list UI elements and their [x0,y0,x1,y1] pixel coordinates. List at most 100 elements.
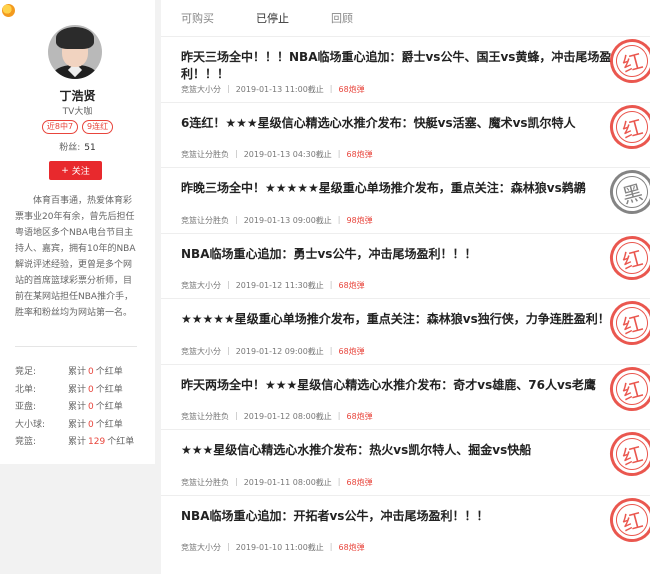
list-item[interactable]: NBA临场重心追加：开拓者vs公牛，冲击尾场盈利！！！ 竞篮大小分 | 2019-01… [161,492,650,561]
list-item[interactable]: 6连红！★★★星级信心精选心水推介发布：快艇vs活塞、魔术vs凯尔特人竞篮让分胜… [161,99,650,168]
stat-count: 0 [88,402,94,412]
stat-row: 竞足: 累计 0 个红单 [15,364,145,382]
stat-row: 亚盘: 累计 0 个红单 [15,399,145,417]
item-meta: 竞篮大小分 | 2019-01-12 11:30截止 | 68炮弹 [181,280,365,291]
item-time: 2019-01-12 08:00截止 [243,412,332,421]
list-item[interactable]: 昨天三场全中！！！NBA临场重心追加：爵士vs公牛、国王vs黄蜂，冲击尾场盈利！… [161,34,650,102]
separator: | [227,542,230,551]
profile-card: 丁浩贤 TV大咖 近8中7 9连红 粉丝: 51 + 关注 体育百事通，热爱体育彩… [0,0,155,464]
item-cost: 68炮弹 [346,477,373,487]
stat-prefix: 累计 [68,419,87,430]
tab-0[interactable]: 可购买 [181,10,214,26]
item-cost: 98炮弹 [346,215,373,225]
separator: | [227,345,230,355]
item-time: 2019-01-12 11:30截止 [235,281,324,290]
streak-badge: 9连红 [82,120,114,134]
separator: | [329,345,333,355]
item-time: 2019-01-13 09:00截止 [243,215,332,225]
tab-2[interactable]: 回顾 [331,10,353,26]
item-title[interactable]: 昨晚三场全中！★★★★★星级重心单场推介发布，重点关注：森林狼vs鹈鹕 [181,180,613,197]
stat-label: 北单: [15,384,37,395]
article-list: 昨天三场全中！！！NBA临场重心追加：爵士vs公牛、国王vs黄蜂，冲击尾场盈利！… [161,34,650,561]
result-stamp-icon: 红 [605,492,650,547]
stat-prefix: 累计 [68,367,87,377]
item-type: 竞篮让分胜负 [181,215,229,225]
item-cost: 68炮弹 [338,281,365,290]
item-title[interactable]: ★★★星级信心精选心水推介发布：热火vs凯尔特人、掘金vs快船 [181,442,613,459]
logo-icon [2,4,15,17]
separator: | [337,476,341,486]
result-stamp-icon: 红 [605,99,650,154]
separator: | [329,542,333,551]
result-stamp-icon: 红 [605,296,650,350]
list-item[interactable]: ★★★★★星级重心单场推介发布，重点关注：森林狼vs独行侠，力争连胜盈利！ 竞篮大… [161,296,650,364]
fans-value: 51 [84,143,96,153]
item-type: 竞篮大小分 [181,84,221,94]
stat-suffix: 个红单 [95,384,123,395]
list-item[interactable]: 昨天两场全中！★★★星级信心精选心水推介发布：奇才vs雄鹿、76人vs老鹰竞篮让… [161,361,650,430]
list-item[interactable]: 昨晚三场全中！★★★★★星级重心单场推介发布，重点关注：森林狼vs鹈鹕竞篮让分胜… [161,165,650,233]
item-title[interactable]: 昨天三场全中！！！NBA临场重心追加：爵士vs公牛、国王vs黄蜂，冲击尾场盈利！… [181,49,613,83]
item-title[interactable]: NBA临场重心追加：开拓者vs公牛，冲击尾场盈利！！！ [181,508,613,525]
profile-name: 丁浩贤 [59,89,96,103]
item-title[interactable]: ★★★★★星级重心单场推介发布，重点关注：森林狼vs独行侠，力争连胜盈利！ [181,311,613,328]
stat-suffix: 个红单 [95,367,123,377]
item-meta: 竞篮让分胜负 | 2019-01-13 04:30截止 | 68炮弹 [181,149,373,160]
tab-1[interactable]: 已停止 [256,10,289,26]
list-item[interactable]: NBA临场重心追加：勇士vs公牛，冲击尾场盈利！！！ 竞篮大小分 | 2019-01-… [161,230,650,299]
item-meta: 竞篮让分胜负 | 2019-01-11 08:00截止 | 68炮弹 [181,477,373,488]
stat-count: 0 [88,419,94,430]
tab-bar: 可购买 已停止 回顾 [161,0,650,36]
stat-prefix: 累计 [68,402,87,412]
stat-label: 大小球: [15,419,46,430]
fans-label: 粉丝: [59,143,81,153]
item-type: 竞篮大小分 [181,543,221,552]
main-panel: 可购买 已停止 回顾 昨天三场全中！！！NBA临场重心追加：爵士vs公牛、国王vs黄… [161,0,650,574]
separator: | [235,411,238,420]
stats-list: 竞足: 累计 0 个红单 北单: 累计 0 个红单 亚盘: 累计 0 个红单 大小球: 累计 0 个红单 竞篮:… [15,364,145,452]
stat-label: 亚盘: [15,402,37,412]
separator: | [227,280,230,289]
item-title[interactable]: 6连红！★★★星级信心精选心水推介发布：快艇vs活塞、魔术vs凯尔特人 [181,115,613,132]
item-meta: 竞篮大小分 | 2019-01-12 09:00截止 | 68炮弹 [181,346,365,357]
stat-label: 竞篮: [15,437,37,447]
profile-bio: 体育百事通，热爱体育彩票事业20年有余，曾先后担任粤语地区多个NBA电台节目主持… [15,196,136,318]
item-time: 2019-01-13 11:00截止 [235,84,324,94]
profile-title: TV大咖 [62,107,93,117]
item-type: 竞篮大小分 [181,281,221,290]
divider [15,346,137,347]
item-meta: 竞篮大小分 | 2019-01-13 11:00截止 | 68炮弹 [181,84,365,95]
list-item[interactable]: ★★★星级信心精选心水推介发布：热火vs凯尔特人、掘金vs快船 竞篮让分胜负 | 20… [161,427,650,495]
stat-label: 竞足: [15,367,37,377]
item-meta: 竞篮让分胜负 | 2019-01-12 08:00截止 | 68炮弹 [181,411,373,422]
separator: | [337,214,341,224]
item-type: 竞篮让分胜负 [181,150,229,159]
item-cost: 68炮弹 [346,412,373,421]
item-cost: 68炮弹 [338,84,365,94]
plus-icon: + [61,165,69,176]
stat-suffix: 个红单 [95,419,123,430]
item-title[interactable]: NBA临场重心追加：勇士vs公牛，冲击尾场盈利！！！ [181,246,613,263]
follow-button[interactable]: + 关注 [49,161,102,180]
stat-count: 0 [88,367,94,377]
avatar[interactable] [48,25,102,79]
separator: | [337,149,341,158]
separator: | [235,476,238,486]
result-stamp-icon: 红 [605,427,650,481]
profile-badges: 近8中7 9连红 [0,120,155,134]
separator: | [227,83,230,93]
item-time: 2019-01-11 08:00截止 [243,477,332,487]
separator: | [329,280,333,289]
stat-suffix: 个红单 [95,402,123,412]
item-type: 竞篮让分胜负 [181,412,229,421]
stat-row: 竞篮: 累计 129 个红单 [15,434,145,452]
item-time: 2019-01-12 09:00截止 [235,346,324,356]
stat-count: 129 [88,437,106,447]
separator: | [337,411,341,420]
item-title[interactable]: 昨天两场全中！★★★星级信心精选心水推介发布：奇才vs雄鹿、76人vs老鹰 [181,377,613,394]
stat-prefix: 累计 [68,437,87,447]
result-stamp-icon: 红 [605,361,650,416]
item-type: 竞篮大小分 [181,346,221,356]
result-stamp-icon: 红 [605,230,650,285]
stat-prefix: 累计 [68,384,87,395]
